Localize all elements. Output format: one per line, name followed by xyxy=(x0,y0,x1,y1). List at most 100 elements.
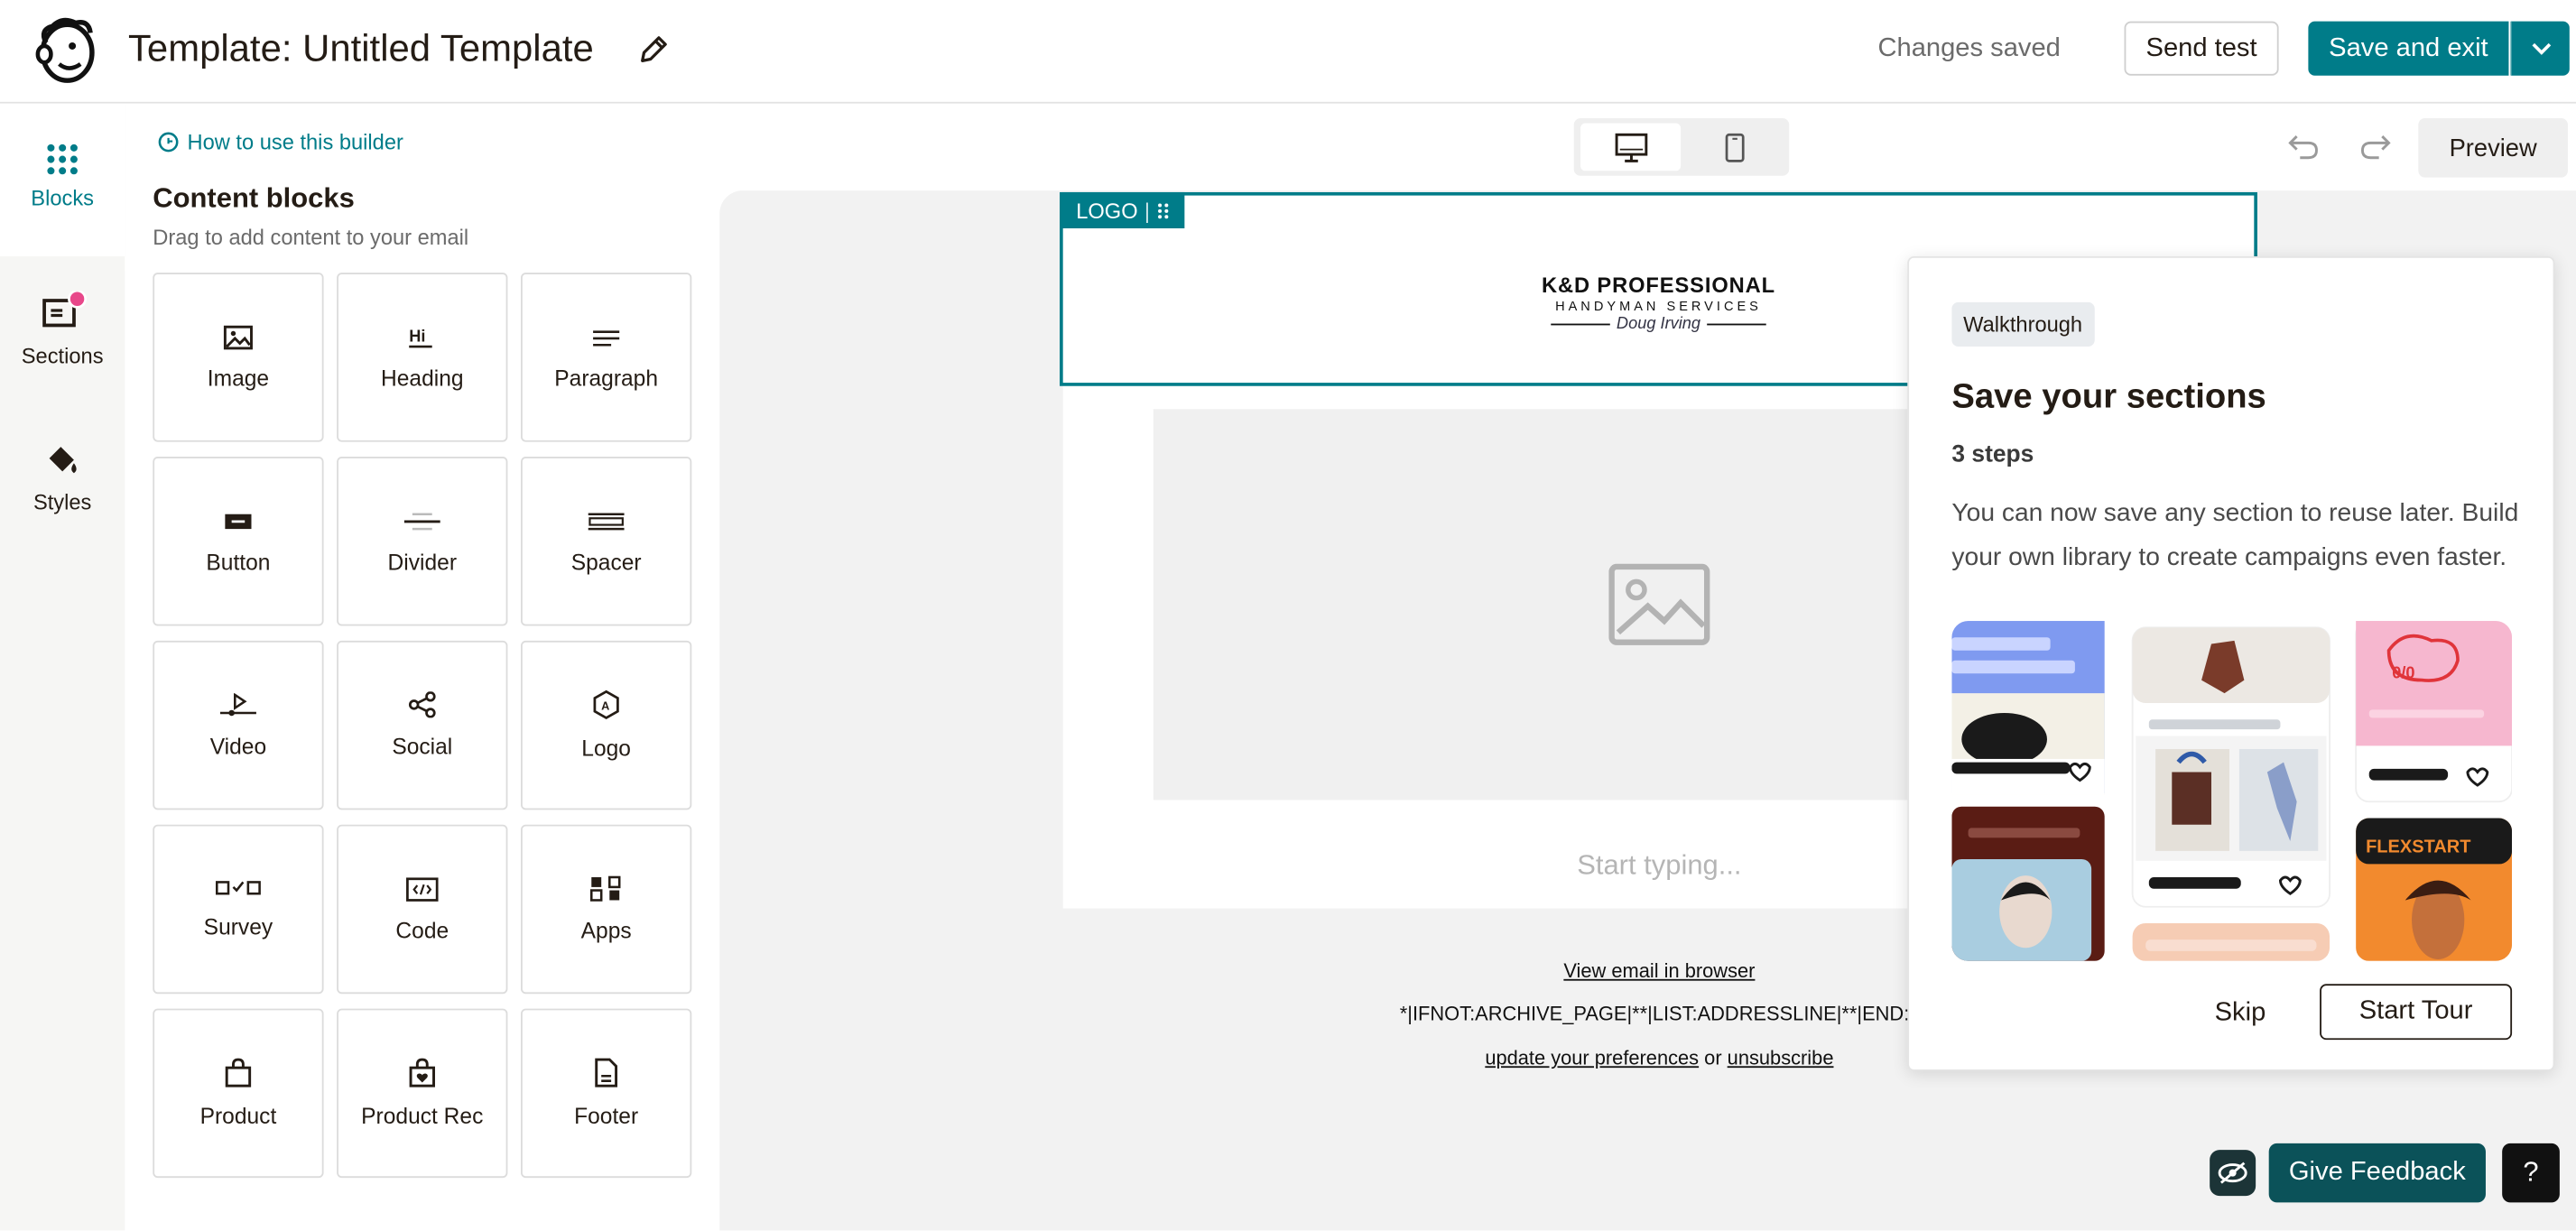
block-survey[interactable]: Survey xyxy=(153,824,324,995)
block-heading[interactable]: Hi Heading xyxy=(337,273,508,442)
email-builder: Template: Untitled Template Changes save… xyxy=(0,0,2576,1231)
rail-styles[interactable]: Styles xyxy=(0,443,125,514)
block-button[interactable]: Button xyxy=(153,457,324,626)
pencil-icon[interactable] xyxy=(637,32,670,65)
walkthrough-steps: 3 steps xyxy=(1951,441,2034,468)
paragraph-icon xyxy=(593,329,620,346)
send-test-button[interactable]: Send test xyxy=(2124,21,2279,76)
preferences-link[interactable]: update your preferences xyxy=(1485,1046,1699,1069)
walkthrough-body: You can now save any section to reuse la… xyxy=(1951,499,2519,571)
rail-styles-label: Styles xyxy=(32,489,92,514)
code-icon xyxy=(406,876,439,901)
button-icon xyxy=(225,513,252,529)
desktop-icon xyxy=(1614,132,1647,162)
logo-icon: A xyxy=(593,690,619,719)
save-options-dropdown[interactable] xyxy=(2510,21,2570,76)
share-icon xyxy=(408,691,436,718)
skip-button[interactable]: Skip xyxy=(2215,999,2266,1029)
unsubscribe-link[interactable]: unsubscribe xyxy=(1728,1046,1834,1069)
logo-block-tag[interactable]: LOGO | xyxy=(1061,191,1185,229)
survey-icon xyxy=(215,881,261,895)
svg-text:Hi: Hi xyxy=(409,327,425,345)
preview-button[interactable]: Preview xyxy=(2418,118,2568,178)
rail-sections-label: Sections xyxy=(21,343,104,368)
block-paragraph[interactable]: Paragraph xyxy=(521,273,692,442)
brand-tagline: HANDYMAN SERVICES xyxy=(1555,299,1762,314)
grid-icon xyxy=(47,143,78,175)
block-label: Survey xyxy=(203,914,273,940)
divider-icon xyxy=(403,512,440,530)
block-label: Product Rec xyxy=(361,1104,484,1129)
block-label: Footer xyxy=(574,1104,639,1129)
block-label: Spacer xyxy=(570,549,642,575)
block-product[interactable]: Product xyxy=(153,1008,324,1179)
give-feedback-button[interactable]: Give Feedback xyxy=(2268,1143,2486,1203)
block-label: Code xyxy=(395,917,449,942)
block-logo[interactable]: A Logo xyxy=(521,640,692,810)
how-to-link[interactable]: How to use this builder xyxy=(158,130,403,154)
merge-tags-text: *|IFNOT:ARCHIVE_PAGE|**|LIST:ADDRESSLINE… xyxy=(1399,1002,1927,1025)
start-tour-button[interactable]: Start Tour xyxy=(2320,984,2513,1041)
walkthrough-popover: Walkthrough Save your sections 3 steps Y… xyxy=(1907,255,2555,1071)
undo-icon[interactable] xyxy=(2287,132,2320,162)
sections-icon xyxy=(42,291,88,328)
block-label: Heading xyxy=(381,365,464,391)
video-icon xyxy=(219,692,256,716)
svg-text:0/0: 0/0 xyxy=(2392,664,2414,682)
block-social[interactable]: Social xyxy=(337,640,508,810)
block-spacer[interactable]: Spacer xyxy=(521,457,692,626)
panel-title: Content blocks xyxy=(153,182,355,214)
brand-name: K&D PROFESSIONAL xyxy=(1541,273,1776,298)
drag-handle-icon[interactable] xyxy=(1156,201,1170,219)
block-product-rec[interactable]: Product Rec xyxy=(337,1008,508,1179)
redo-icon[interactable] xyxy=(2359,132,2392,162)
how-to-label: How to use this builder xyxy=(187,129,403,155)
block-apps[interactable]: Apps xyxy=(521,824,692,995)
help-button[interactable]: ? xyxy=(2502,1143,2560,1203)
brand-signature: Doug Irving xyxy=(1616,315,1701,334)
walkthrough-title: Save your sections xyxy=(1951,377,2266,416)
document-icon xyxy=(595,1058,618,1088)
device-toggle xyxy=(1573,118,1790,176)
logo-tag-label: LOGO xyxy=(1076,198,1138,223)
page-title: Template: Untitled Template xyxy=(127,26,594,69)
block-label: Paragraph xyxy=(554,365,659,391)
block-divider[interactable]: Divider xyxy=(337,457,508,626)
image-icon xyxy=(1608,563,1710,645)
block-footer[interactable]: Footer xyxy=(521,1008,692,1179)
block-image[interactable]: Image xyxy=(153,273,324,442)
mailchimp-logo-icon[interactable] xyxy=(30,14,102,86)
block-label: Button xyxy=(206,549,271,575)
bag-heart-icon xyxy=(409,1058,435,1088)
sections-collage-image: 0/0 FLEXSTART xyxy=(1951,621,2513,961)
rail-blocks[interactable]: Blocks xyxy=(0,143,125,210)
block-video[interactable]: Video xyxy=(153,640,324,810)
svg-text:A: A xyxy=(601,699,609,712)
mobile-view-button[interactable] xyxy=(1684,124,1784,171)
save-status: Changes saved xyxy=(1877,34,2061,63)
prefs-or: or xyxy=(1699,1046,1728,1069)
desktop-view-button[interactable] xyxy=(1580,123,1682,171)
block-label: Apps xyxy=(580,918,632,943)
chevron-down-icon xyxy=(2531,42,2551,54)
image-icon xyxy=(223,324,253,349)
bag-icon xyxy=(225,1058,252,1088)
help-circle-icon xyxy=(158,132,179,153)
walkthrough-badge: Walkthrough xyxy=(1951,301,2094,347)
panel-subtitle: Drag to add content to your email xyxy=(153,225,469,250)
block-label: Logo xyxy=(581,736,631,761)
rail-sections[interactable]: Sections xyxy=(0,291,125,368)
top-bar: Template: Untitled Template Changes save… xyxy=(0,0,2576,104)
eye-slash-icon xyxy=(2218,1162,2247,1184)
save-and-exit-button[interactable]: Save and exit xyxy=(2308,21,2509,76)
spacer-icon xyxy=(588,512,625,530)
paint-bucket-icon xyxy=(49,447,77,474)
brand-logo: K&D PROFESSIONAL HANDYMAN SERVICES Doug … xyxy=(1540,273,1778,333)
heading-icon: Hi xyxy=(409,327,432,347)
hide-feedback-button[interactable] xyxy=(2210,1150,2256,1197)
block-code[interactable]: Code xyxy=(337,824,508,995)
divider-bar: | xyxy=(1144,198,1151,223)
block-label: Divider xyxy=(387,549,458,575)
left-rail: Blocks Sections Styles xyxy=(0,103,125,1231)
content-blocks-panel: How to use this builder Content blocks D… xyxy=(125,103,720,1231)
